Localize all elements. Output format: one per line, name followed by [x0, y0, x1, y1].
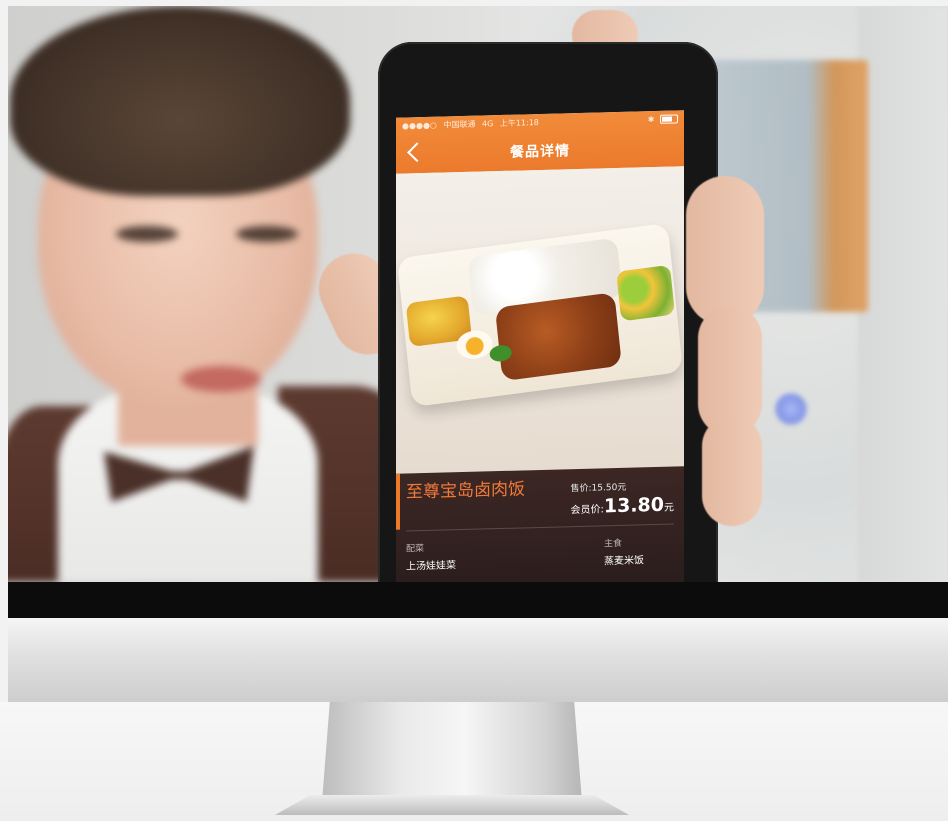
lips: [181, 366, 261, 392]
dish-image: [396, 166, 684, 474]
battery-icon: [660, 114, 678, 124]
monitor-chin: [8, 618, 948, 702]
sides-column: 配菜 上汤娃娃菜: [406, 540, 456, 574]
staple-column: 主食 蒸麦米饭: [604, 535, 644, 569]
staple-value: 蒸麦米饭: [604, 555, 644, 568]
price-block: 售价:15.50元 会员价:13.80元: [571, 474, 674, 518]
phone-app-screen: ●●●●○ 中国联通 4G 上午11:18 ✱ 餐品详情 至尊宝岛卤肉饭 售价:…: [396, 110, 684, 582]
app-header: ●●●●○ 中国联通 4G 上午11:18 ✱ 餐品详情: [396, 110, 684, 174]
headwrap: [10, 6, 350, 196]
signal-icon: ●●●●○: [402, 120, 437, 131]
time-label: 上午11:18: [499, 118, 539, 129]
divider: [406, 523, 674, 532]
dish-name: 至尊宝岛卤肉饭: [406, 479, 525, 503]
monitor-screen: ●●●●○ 中国联通 4G 上午11:18 ✱ 餐品详情 至尊宝岛卤肉饭 售价:…: [8, 6, 948, 582]
sale-price: 售价:15.50元: [570, 482, 627, 495]
monitor-bezel: [8, 582, 948, 618]
food-tray: [396, 222, 684, 408]
eye-right: [236, 226, 298, 242]
finger-3: [702, 416, 762, 526]
bluetooth-icon: ✱: [647, 115, 655, 125]
member-price-label: 会员价:: [570, 504, 604, 517]
finger-1: [686, 176, 764, 326]
eye-left: [116, 226, 178, 242]
monitor-stand: [322, 702, 582, 802]
page-title: 餐品详情: [510, 143, 570, 161]
staple-label: 主食: [604, 538, 623, 550]
background-wall: [858, 6, 948, 582]
dish-details: 配菜 上汤娃娃菜 主食 蒸麦米饭: [406, 534, 674, 574]
product-info-panel: 至尊宝岛卤肉饭 售价:15.50元 会员价:13.80元 配菜 上汤娃娃菜 主食…: [396, 466, 684, 582]
background-blue-light: [774, 392, 808, 426]
sides-label: 配菜: [406, 544, 425, 555]
mixed-vegetables: [616, 264, 676, 322]
chevron-left-icon[interactable]: [407, 142, 427, 163]
carrier-label: 中国联通: [443, 119, 476, 130]
member-price-row: 会员价:13.80元: [571, 493, 674, 518]
monitor-base: [275, 795, 629, 815]
sides-value: 上汤娃娃菜: [406, 560, 456, 573]
braised-pork: [494, 292, 622, 382]
network-label: 4G: [482, 119, 494, 129]
member-price: 13.80: [603, 493, 664, 518]
member-price-unit: 元: [664, 502, 674, 514]
